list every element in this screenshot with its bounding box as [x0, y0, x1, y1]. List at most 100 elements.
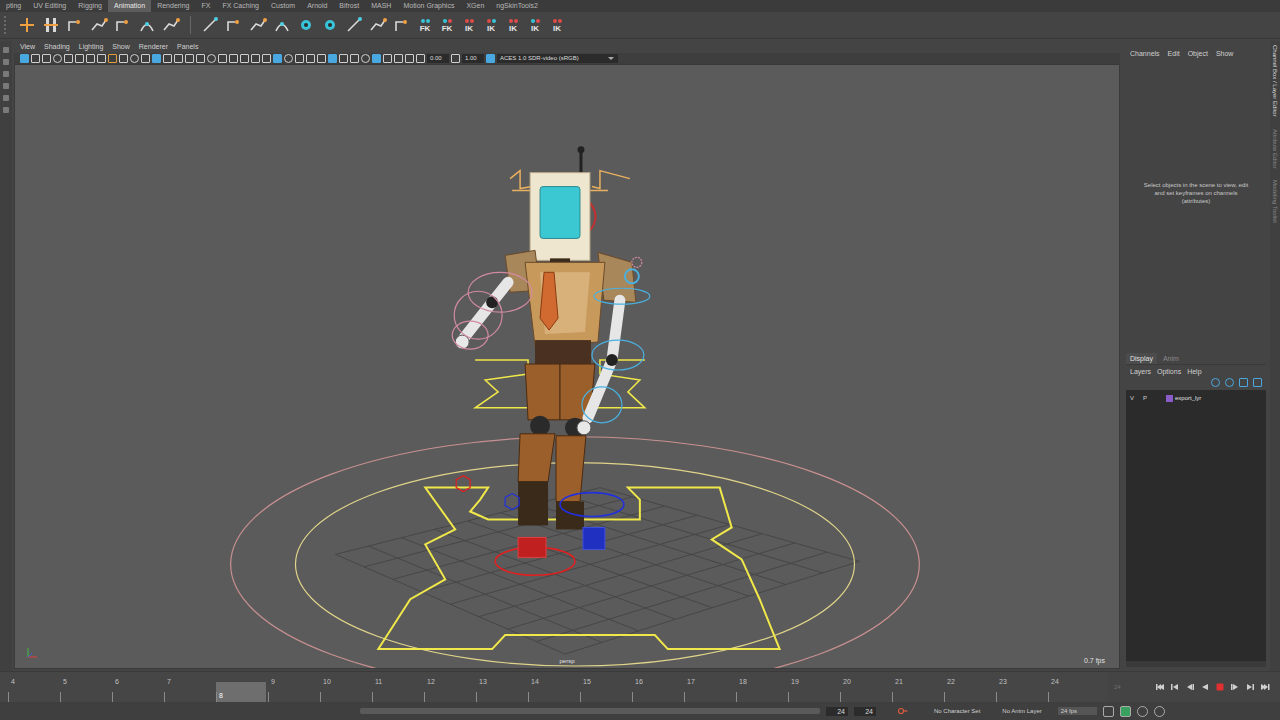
viewport-tool-icon[interactable] — [86, 54, 95, 63]
shelf-tab[interactable]: MASH — [365, 0, 397, 12]
timeline-frame[interactable]: 20 — [840, 672, 892, 702]
viewport-tool-icon[interactable] — [42, 54, 51, 63]
timeline-frame[interactable]: 5 — [60, 672, 112, 702]
shelf-tab[interactable]: Motion Graphics — [397, 0, 460, 12]
viewport-tool-icon[interactable] — [240, 54, 249, 63]
timeline-frame[interactable]: 21 — [892, 672, 944, 702]
shelf-dot-icon[interactable] — [297, 16, 315, 34]
shelf-tab[interactable]: Rendering — [151, 0, 195, 12]
timeline-frame[interactable]: 22 — [944, 672, 996, 702]
shelf-tab[interactable]: Bifrost — [333, 0, 365, 12]
viewport-tool-icon[interactable] — [416, 54, 425, 63]
range-start-field[interactable]: 24 — [826, 707, 848, 716]
anim-layer-dropdown[interactable]: No Anim Layer — [996, 708, 1051, 714]
go-start-icon[interactable] — [1155, 682, 1165, 692]
stop-icon[interactable] — [1215, 682, 1225, 692]
timeline-frame[interactable]: 14 — [528, 672, 580, 702]
viewport-tool-icon[interactable] — [350, 54, 359, 63]
fk-ik-tool[interactable]: IK — [549, 18, 565, 33]
tool-icon[interactable] — [3, 95, 9, 101]
timeline-frame[interactable]: 4 — [8, 672, 60, 702]
shelf-tab[interactable]: FX — [195, 0, 216, 12]
tool-icon[interactable] — [3, 107, 9, 113]
layer-menu-item[interactable]: Layers — [1130, 368, 1151, 375]
prev-key-icon[interactable] — [1170, 682, 1180, 692]
viewport[interactable]: persp0.7 fps — [14, 64, 1120, 669]
shelf-tab[interactable]: XGen — [460, 0, 490, 12]
timeline-frame[interactable]: 19 — [788, 672, 840, 702]
layer-color-swatch[interactable] — [1166, 395, 1173, 402]
exposure-field[interactable]: 0.00 — [427, 54, 449, 63]
settings-icon[interactable] — [1154, 706, 1165, 717]
shelf-tab[interactable]: Rigging — [72, 0, 108, 12]
shelf-chain-icon[interactable] — [162, 16, 180, 34]
viewport-tool-icon[interactable] — [295, 54, 304, 63]
viewport-tool-icon[interactable] — [372, 54, 381, 63]
auto-key-icon[interactable] — [898, 706, 908, 716]
loop-icon[interactable] — [1103, 706, 1114, 717]
timeline-frame[interactable]: 16 — [632, 672, 684, 702]
scene-view[interactable] — [15, 65, 1119, 668]
gamma-toggle-icon[interactable] — [451, 54, 460, 63]
shelf-plus-icon[interactable] — [18, 16, 36, 34]
fk-ik-tool[interactable]: FK — [439, 18, 455, 33]
go-end-icon[interactable] — [1260, 682, 1270, 692]
viewport-tool-icon[interactable] — [75, 54, 84, 63]
shelf-tab[interactable]: UV Editing — [27, 0, 72, 12]
character-set-dropdown[interactable]: No Character Set — [928, 708, 990, 714]
shelf-skin-icon[interactable] — [138, 16, 156, 34]
timeline-frame[interactable]: 17 — [684, 672, 736, 702]
viewport-tool-icon[interactable] — [317, 54, 326, 63]
viewport-tool-icon[interactable] — [20, 54, 29, 63]
layer-action-icon[interactable] — [1239, 378, 1248, 387]
shelf-chain-icon[interactable] — [249, 16, 267, 34]
tool-icon[interactable] — [3, 47, 9, 53]
timeline-frame[interactable]: 8 — [216, 672, 268, 702]
viewport-tool-icon[interactable] — [130, 54, 139, 63]
channel-menu-item[interactable]: Edit — [1168, 50, 1180, 57]
viewport-tool-icon[interactable] — [405, 54, 414, 63]
panel-menu-item[interactable]: Renderer — [139, 41, 168, 53]
viewport-tool-icon[interactable] — [306, 54, 315, 63]
timeline-frame[interactable]: 15 — [580, 672, 632, 702]
fk-ik-tool[interactable]: FK — [417, 18, 433, 33]
layer-editor-tab[interactable]: Anim — [1159, 353, 1183, 364]
layer-action-icon[interactable] — [1253, 378, 1262, 387]
timeline-frame[interactable]: 9 — [268, 672, 320, 702]
channel-menu-item[interactable]: Channels — [1130, 50, 1160, 57]
viewport-tool-icon[interactable] — [141, 54, 150, 63]
next-key-icon[interactable] — [1245, 682, 1255, 692]
side-tab[interactable]: Channel Box / Layer Editor — [1272, 45, 1278, 117]
prev-frame-icon[interactable] — [1185, 682, 1195, 692]
timeline-frame[interactable]: 6 — [112, 672, 164, 702]
viewport-tool-icon[interactable] — [273, 54, 282, 63]
viewport-tool-icon[interactable] — [284, 54, 293, 63]
shelf-tab[interactable]: FX Caching — [216, 0, 265, 12]
viewport-tool-icon[interactable] — [53, 54, 62, 63]
shelf-joint-icon[interactable] — [225, 16, 243, 34]
shelf-grip[interactable] — [4, 16, 12, 34]
channel-menu-item[interactable]: Show — [1216, 50, 1234, 57]
shelf-tab[interactable]: pting — [0, 0, 27, 12]
layer-playback-toggle[interactable]: P — [1143, 395, 1149, 401]
side-tab[interactable]: Attribute Editor — [1272, 129, 1278, 169]
viewport-tool-icon[interactable] — [108, 54, 117, 63]
layer-menu-item[interactable]: Help — [1187, 368, 1201, 375]
timeline-frame[interactable]: 7 — [164, 672, 216, 702]
next-frame-icon[interactable] — [1230, 682, 1240, 692]
shelf-joint-icon[interactable] — [393, 16, 411, 34]
shelf-bars-icon[interactable] — [42, 16, 60, 34]
tool-icon[interactable] — [3, 71, 9, 77]
timeline-ruler[interactable]: 456789101112131415161718192021222324 — [0, 672, 1108, 702]
panel-menu-item[interactable]: Lighting — [79, 41, 104, 53]
viewport-tool-icon[interactable] — [163, 54, 172, 63]
viewport-tool-icon[interactable] — [207, 54, 216, 63]
range-end-field[interactable]: 24 — [854, 707, 876, 716]
viewport-tool-icon[interactable] — [152, 54, 161, 63]
timeline-frame[interactable]: 24 — [1048, 672, 1100, 702]
fps-dropdown[interactable]: 24 fps — [1058, 707, 1097, 715]
viewport-tool-icon[interactable] — [196, 54, 205, 63]
color-space-dropdown[interactable]: ACES 1.0 SDR-video (sRGB) — [497, 54, 618, 63]
range-slider[interactable] — [360, 708, 820, 714]
timeline-frame[interactable]: 12 — [424, 672, 476, 702]
